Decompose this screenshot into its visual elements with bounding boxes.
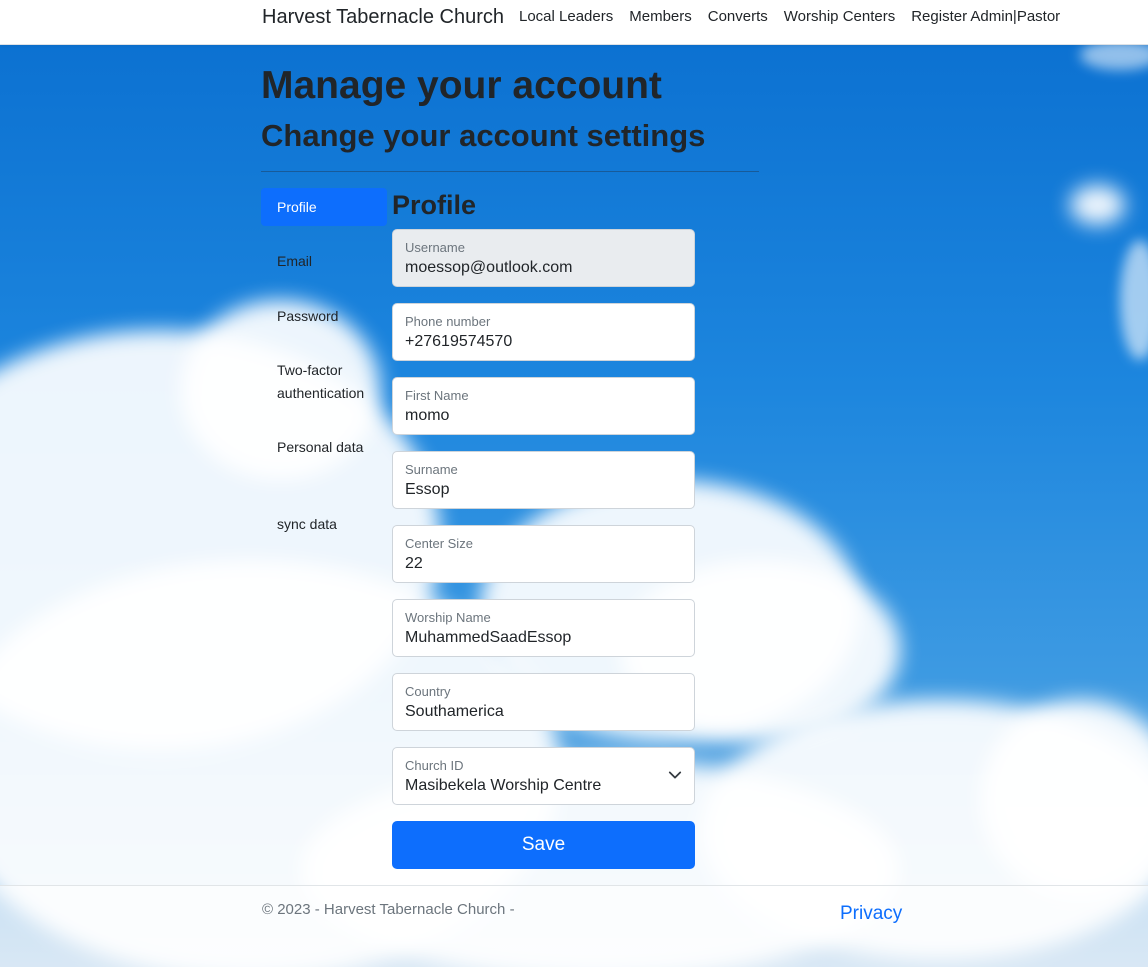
page-subtitle: Change your account settings	[261, 118, 706, 153]
country-value: Southamerica	[405, 703, 504, 720]
worship-name-field[interactable]: Worship Name MuhammedSaadEssop	[392, 599, 695, 657]
page-title: Manage your account	[261, 64, 662, 107]
nav-link-converts[interactable]: Converts	[708, 8, 768, 25]
top-navbar: Harvest Tabernacle Church Local Leaders …	[0, 0, 1148, 45]
phone-number-label: Phone number	[405, 314, 491, 329]
nav-link-local-leaders[interactable]: Local Leaders	[519, 8, 613, 25]
center-size-value: 22	[405, 555, 423, 572]
surname-label: Surname	[405, 462, 458, 477]
sidebar-item-personal-data[interactable]: Personal data	[261, 436, 387, 459]
phone-number-field[interactable]: Phone number +27619574570	[392, 303, 695, 361]
save-button[interactable]: Save	[392, 821, 695, 869]
nav-link-members[interactable]: Members	[629, 8, 692, 25]
sidebar-item-profile[interactable]: Profile	[261, 188, 387, 226]
first-name-field[interactable]: First Name momo	[392, 377, 695, 435]
sidebar-item-password[interactable]: Password	[261, 305, 387, 328]
worship-name-value: MuhammedSaadEssop	[405, 629, 572, 646]
first-name-value: momo	[405, 407, 450, 424]
church-id-label: Church ID	[405, 758, 464, 773]
privacy-link[interactable]: Privacy	[840, 903, 902, 925]
phone-number-value: +27619574570	[405, 333, 513, 350]
country-field[interactable]: Country Southamerica	[392, 673, 695, 731]
chevron-down-icon	[668, 771, 682, 779]
country-label: Country	[405, 684, 451, 699]
copyright-text: © 2023 - Harvest Tabernacle Church -	[262, 901, 515, 918]
worship-name-label: Worship Name	[405, 610, 491, 625]
surname-field[interactable]: Surname Essop	[392, 451, 695, 509]
nav-link-register-admin-pastor[interactable]: Register Admin|Pastor	[911, 8, 1060, 25]
first-name-label: First Name	[405, 388, 469, 403]
nav-link-worship-centers[interactable]: Worship Centers	[784, 8, 895, 25]
form-title: Profile	[392, 190, 477, 220]
divider	[261, 171, 759, 172]
username-field[interactable]: Username moessop@outlook.com	[392, 229, 695, 287]
main-content: Manage your account Change your account …	[0, 0, 1148, 967]
center-size-label: Center Size	[405, 536, 473, 551]
nav-links: Local Leaders Members Converts Worship C…	[519, 8, 1076, 25]
sidebar-item-sync-data[interactable]: sync data	[261, 513, 387, 536]
center-size-field[interactable]: Center Size 22	[392, 525, 695, 583]
church-id-select[interactable]: Church ID Masibekela Worship Centre	[392, 747, 695, 805]
church-id-value: Masibekela Worship Centre	[405, 777, 602, 794]
brand-link[interactable]: Harvest Tabernacle Church	[262, 6, 504, 29]
surname-value: Essop	[405, 481, 450, 498]
username-value: moessop@outlook.com	[405, 259, 573, 276]
username-label: Username	[405, 240, 465, 255]
sidebar-item-email[interactable]: Email	[261, 250, 387, 273]
sidebar-item-two-factor[interactable]: Two-factor authentication	[261, 359, 387, 405]
account-sidebar: Profile Email Password Two-factor authen…	[261, 188, 387, 536]
footer: © 2023 - Harvest Tabernacle Church - Pri…	[0, 885, 1148, 967]
